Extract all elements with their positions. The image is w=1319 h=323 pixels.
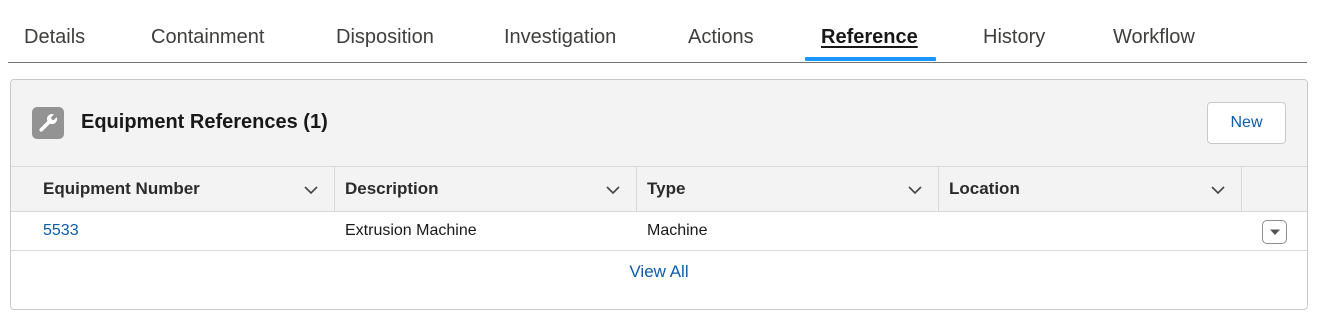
column-label: Type [647, 179, 686, 198]
column-header-type[interactable]: Type [637, 167, 939, 211]
chevron-down-icon[interactable] [302, 181, 320, 199]
tab-history[interactable]: History [983, 24, 1045, 62]
table-header: Equipment Number Description Type Locati… [11, 166, 1307, 212]
tab-investigation[interactable]: Investigation [504, 24, 616, 62]
column-label: Location [949, 179, 1020, 198]
tab-details[interactable]: Details [24, 24, 85, 62]
tab-actions[interactable]: Actions [688, 24, 754, 62]
active-tab-indicator [805, 57, 936, 61]
view-all-link[interactable]: View All [11, 262, 1307, 282]
caret-down-icon [1269, 229, 1280, 235]
column-label: Equipment Number [43, 179, 200, 198]
tab-containment[interactable]: Containment [151, 24, 264, 62]
new-button[interactable]: New [1207, 102, 1286, 144]
row-actions-button[interactable] [1262, 220, 1287, 244]
tab-workflow[interactable]: Workflow [1113, 24, 1195, 62]
chevron-down-icon[interactable] [1209, 181, 1227, 199]
tab-bar: Details Containment Disposition Investig… [8, 0, 1307, 63]
column-label: Description [345, 179, 439, 198]
type-cell: Machine [647, 222, 708, 239]
description-cell: Extrusion Machine [345, 222, 477, 239]
equipment-references-card: Equipment References (1) New Equipment N… [10, 79, 1308, 310]
column-header-description[interactable]: Description [335, 167, 637, 211]
chevron-down-icon[interactable] [906, 181, 924, 199]
card-header: Equipment References (1) New [11, 80, 1307, 166]
equipment-number-link[interactable]: 5533 [43, 222, 79, 240]
wrench-icon [32, 107, 64, 139]
column-header-equipment-number[interactable]: Equipment Number [11, 167, 335, 211]
column-header-location[interactable]: Location [939, 167, 1242, 211]
card-title: Equipment References (1) [81, 111, 328, 133]
tab-disposition[interactable]: Disposition [336, 24, 434, 62]
chevron-down-icon[interactable] [604, 181, 622, 199]
table-row: 5533 Extrusion Machine Machine [11, 212, 1307, 251]
